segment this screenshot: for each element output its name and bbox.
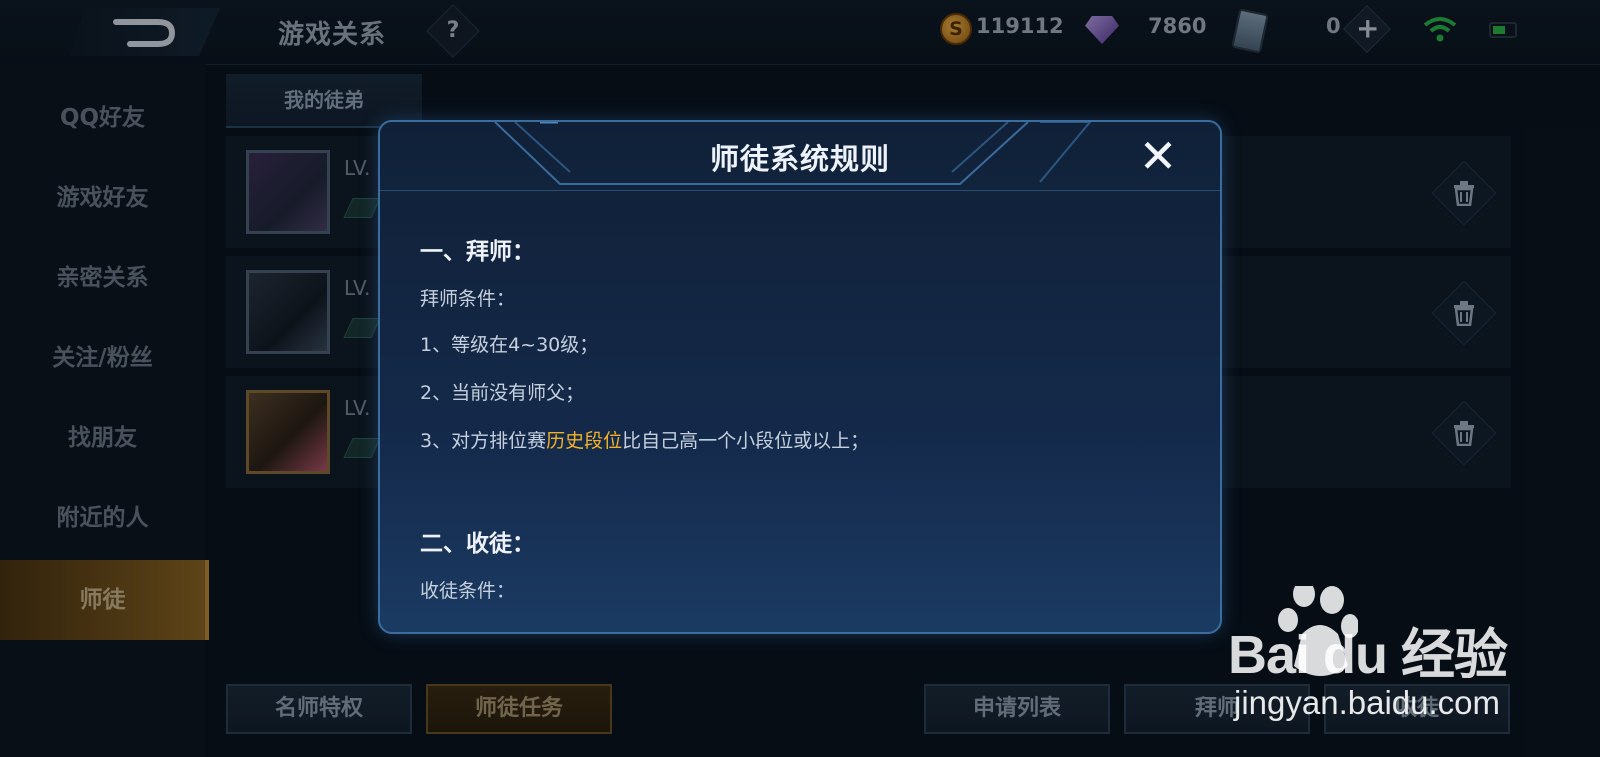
section-title-find-master: 一、拜师： bbox=[420, 239, 535, 265]
rules-dialog: 师徒系统规则 ✕ 一、拜师： 拜师条件： 1、等级在4~30级； 2、当前没有师… bbox=[378, 120, 1222, 634]
scroll-fade bbox=[380, 596, 1220, 632]
condition-item-text: 比自己高一个小段位或以上； bbox=[622, 430, 870, 452]
condition-item: 3、对方排位赛历史段位比自己高一个小段位或以上； bbox=[420, 426, 869, 453]
watermark-text: Bai du 经验 bbox=[1228, 625, 1508, 685]
section-title-recruit-disciple: 二、收徒： bbox=[420, 531, 535, 557]
dialog-header: 师徒系统规则 ✕ bbox=[380, 122, 1220, 191]
condition-item-text: 3、对方排位赛 bbox=[420, 430, 547, 452]
watermark-url: jingyan.baidu.com bbox=[1234, 684, 1500, 721]
condition-item: 2、当前没有师父； bbox=[420, 382, 585, 404]
highlight-history-rank: 历史段位 bbox=[546, 430, 623, 452]
dialog-title: 师徒系统规则 bbox=[709, 142, 890, 176]
dialog-body[interactable]: 一、拜师： 拜师条件： 1、等级在4~30级； 2、当前没有师父； 3、对方排位… bbox=[380, 192, 1220, 632]
find-master-conditions-label: 拜师条件： bbox=[420, 288, 516, 310]
close-icon: ✕ bbox=[1138, 129, 1178, 183]
close-button[interactable]: ✕ bbox=[1136, 133, 1180, 180]
condition-item: 1、等级在4~30级； bbox=[420, 334, 599, 356]
